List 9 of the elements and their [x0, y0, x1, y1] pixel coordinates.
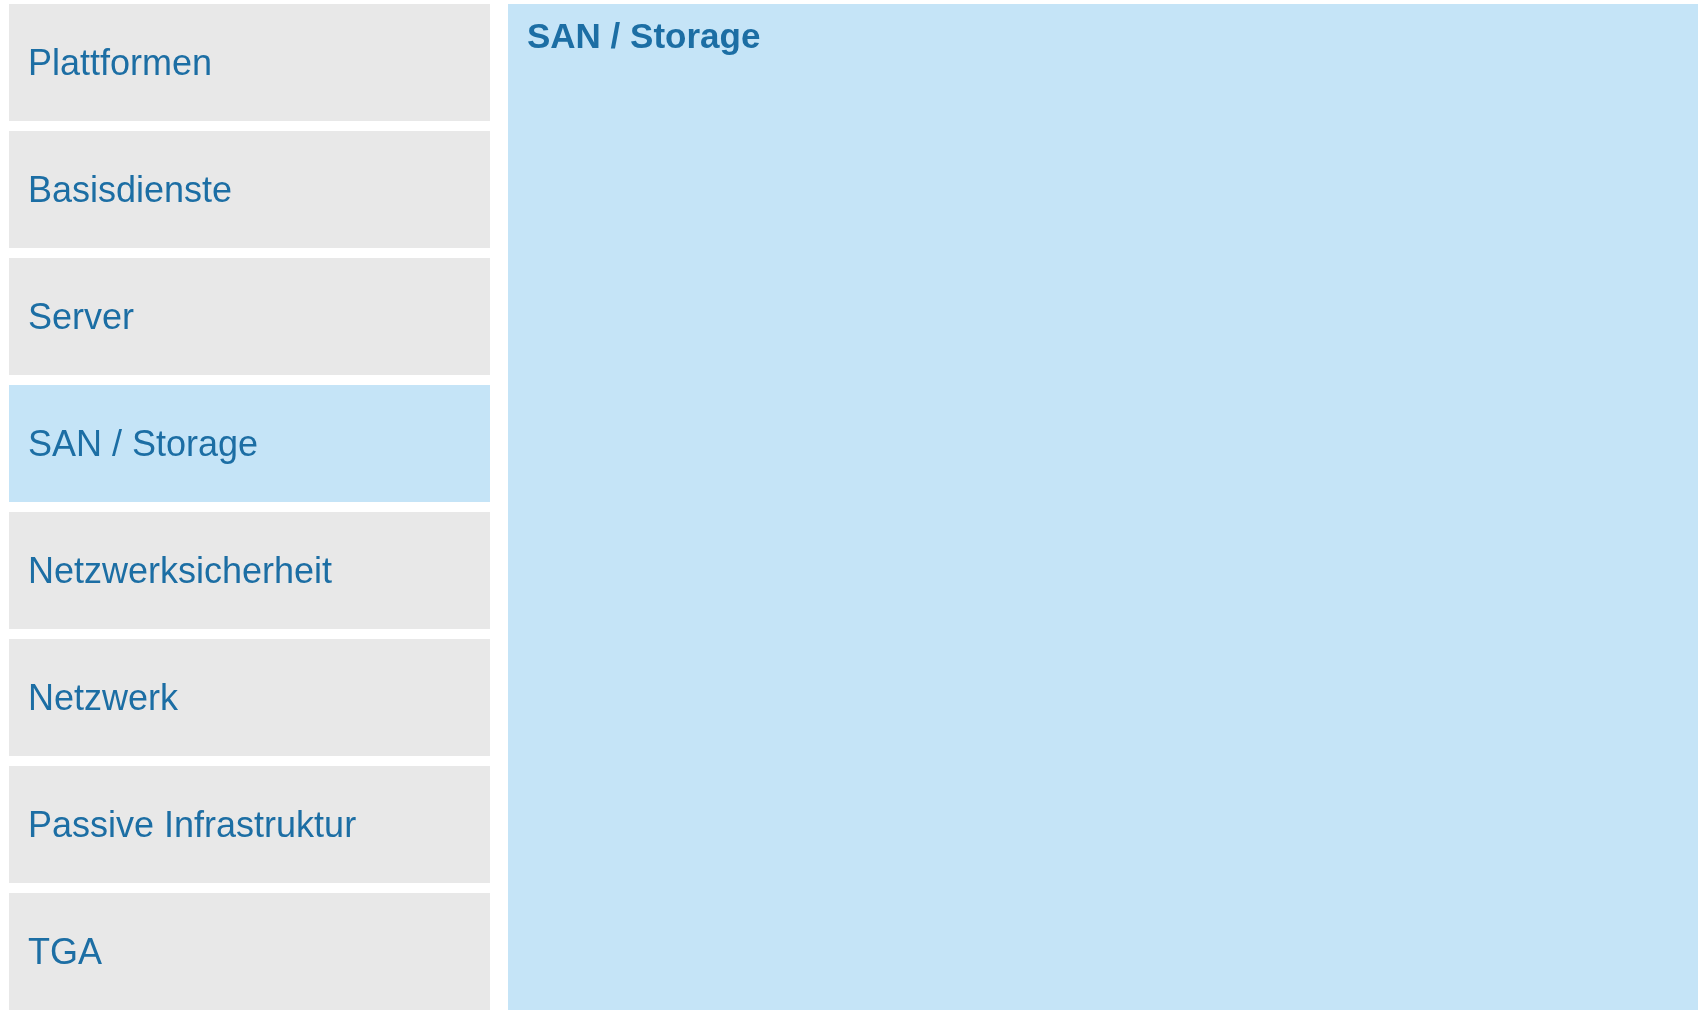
sidebar-item[interactable]: Server — [9, 258, 490, 375]
sidebar-item[interactable]: TGA — [9, 893, 490, 1010]
sidebar-item[interactable]: Plattformen — [9, 4, 490, 121]
sidebar-item[interactable]: Netzwerk — [9, 639, 490, 756]
sidebar-item[interactable]: Netzwerksicherheit — [9, 512, 490, 629]
sidebar-item[interactable]: Basisdienste — [9, 131, 490, 248]
panel-title: SAN / Storage — [527, 16, 761, 55]
sidebar-item[interactable]: SAN / Storage — [9, 385, 490, 502]
sidebar-item[interactable]: Passive Infrastruktur — [9, 766, 490, 883]
